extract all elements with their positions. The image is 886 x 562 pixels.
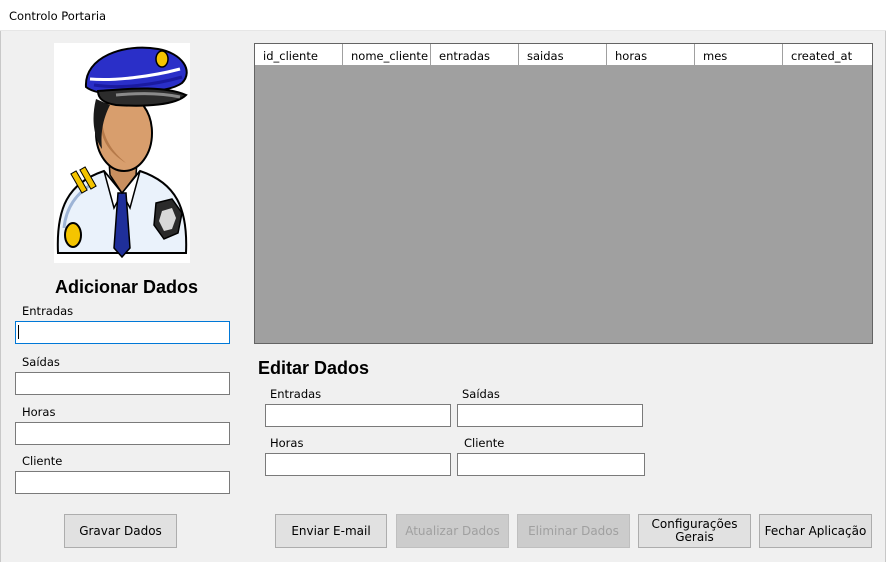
column-header-saidas[interactable]: saidas xyxy=(519,44,607,66)
edit-cliente-label: Cliente xyxy=(464,436,505,450)
add-section-heading: Adicionar Dados xyxy=(55,277,199,297)
window-title: Controlo Portaria xyxy=(9,9,107,23)
edit-entradas-input[interactable] xyxy=(265,404,451,427)
add-entradas-input[interactable] xyxy=(15,321,230,344)
edit-entradas-label: Entradas xyxy=(270,387,322,401)
edit-horas-input[interactable] xyxy=(265,453,451,476)
text-caret xyxy=(18,325,19,339)
edit-horas-label: Horas xyxy=(270,436,304,450)
window-border-left xyxy=(0,0,1,562)
general-settings-button[interactable]: Configurações Gerais xyxy=(638,514,751,548)
send-email-button[interactable]: Enviar E-mail xyxy=(275,514,387,548)
add-saidas-input[interactable] xyxy=(15,372,230,395)
column-header-created-at[interactable]: created_at xyxy=(783,44,872,66)
edit-section-heading: Editar Dados xyxy=(258,358,370,378)
security-guard-icon xyxy=(54,43,190,263)
add-cliente-input[interactable] xyxy=(15,471,230,494)
title-bar[interactable]: Controlo Portaria xyxy=(0,0,886,31)
delete-data-button[interactable]: Eliminar Dados xyxy=(517,514,630,548)
column-header-entradas[interactable]: entradas xyxy=(431,44,519,66)
grid-header: id_cliente nome_cliente entradas saidas … xyxy=(255,44,872,66)
add-saidas-label: Saídas xyxy=(22,355,60,369)
close-application-button[interactable]: Fechar Aplicação xyxy=(759,514,872,548)
add-horas-label: Horas xyxy=(22,405,56,419)
add-entradas-label: Entradas xyxy=(22,304,74,318)
column-header-id-cliente[interactable]: id_cliente xyxy=(255,44,343,66)
edit-cliente-input[interactable] xyxy=(457,453,645,476)
add-horas-input[interactable] xyxy=(15,422,230,445)
column-header-horas[interactable]: horas xyxy=(607,44,695,66)
edit-saidas-input[interactable] xyxy=(457,404,643,427)
save-data-button[interactable]: Gravar Dados xyxy=(64,514,177,548)
add-cliente-label: Cliente xyxy=(22,454,63,468)
update-data-button[interactable]: Atualizar Dados xyxy=(396,514,509,548)
data-grid[interactable]: id_cliente nome_cliente entradas saidas … xyxy=(254,43,873,344)
column-header-mes[interactable]: mes xyxy=(695,44,783,66)
edit-saidas-label: Saídas xyxy=(462,387,500,401)
column-header-nome-cliente[interactable]: nome_cliente xyxy=(343,44,431,66)
